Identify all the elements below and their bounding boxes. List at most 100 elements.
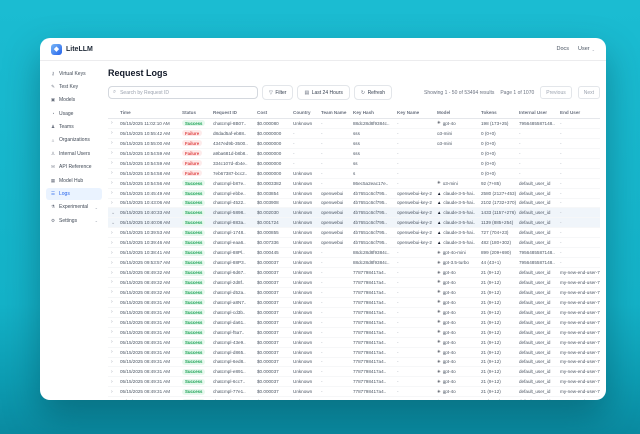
- chevron-right-icon[interactable]: ›: [108, 250, 120, 256]
- previous-page-button[interactable]: Previous: [540, 86, 571, 99]
- chevron-right-icon[interactable]: ›: [108, 369, 120, 375]
- chevron-right-icon[interactable]: ›: [108, 319, 120, 325]
- table-row[interactable]: ›05/15/2025 08:49:31 AMSuccesschatcmpl-6…: [108, 358, 600, 368]
- time-cell: 05/15/2025 10:54:59 AM: [120, 151, 182, 156]
- table-row[interactable]: ›05/15/2025 08:49:31 AMSuccesschatcmpl-d…: [108, 318, 600, 328]
- tokens-cell: 21 (9+12): [481, 310, 519, 315]
- table-row[interactable]: ›05/15/2025 08:49:31 AMSuccesschatcmpl-d…: [108, 348, 600, 358]
- chevron-right-icon[interactable]: ›: [108, 230, 120, 236]
- chevron-right-icon[interactable]: ›: [108, 240, 120, 246]
- internal-user-cell: -: [519, 171, 560, 176]
- chevron-right-icon[interactable]: ›: [108, 270, 120, 276]
- filter-button[interactable]: ▽ Filter: [262, 85, 293, 100]
- table-row[interactable]: ›05/15/2025 10:55:00 AMFailure4347ed9b-3…: [108, 139, 600, 149]
- table-row[interactable]: ›05/15/2025 08:49:32 AMSuccesschatcmpl-2…: [108, 278, 600, 288]
- openai-logo-icon: ✳: [437, 299, 441, 305]
- table-row[interactable]: ›05/15/2025 10:54:58 AMFailure7eb67387-b…: [108, 169, 600, 179]
- chevron-right-icon[interactable]: ›: [108, 389, 120, 395]
- chevron-right-icon[interactable]: ›: [108, 120, 120, 126]
- table-row[interactable]: ›05/15/2025 10:43:06 AMSuccesschatcmpl-4…: [108, 199, 600, 209]
- table-row[interactable]: ›05/15/2025 08:49:31 AMSuccesschatcmpl-c…: [108, 308, 600, 318]
- table-row[interactable]: ›05/15/2025 10:39:46 AMSuccesschatcmpl-e…: [108, 238, 600, 248]
- chevron-right-icon[interactable]: ›: [108, 279, 120, 285]
- sidebar-item-usage[interactable]: ◔Usage: [46, 108, 102, 119]
- docs-link[interactable]: Docs: [556, 46, 569, 52]
- table-row[interactable]: ›05/15/2025 10:45:49 AMSuccesschatcmpl-e…: [108, 189, 600, 199]
- search-icon: ⌕: [113, 89, 116, 96]
- end-user-cell: my-new-end-user-7: [560, 320, 600, 325]
- table-row[interactable]: ›05/15/2025 10:54:59 AMFailurea9ba681d-b…: [108, 149, 600, 159]
- status-badge: Success: [182, 270, 205, 276]
- chevron-right-icon[interactable]: ›: [108, 140, 120, 146]
- table-row[interactable]: ⌄05/15/2025 10:40:33 AMSuccesschatcmpl-5…: [108, 208, 600, 218]
- chevron-right-icon[interactable]: ›: [108, 170, 120, 176]
- table-row[interactable]: ›05/15/2025 08:49:31 AMSuccesschatcmpl-7…: [108, 387, 600, 397]
- table-row[interactable]: ›05/15/2025 08:49:31 AMSuccesschatcmpl-e…: [108, 367, 600, 377]
- table-row[interactable]: ›05/15/2025 10:38:41 AMSuccesschatcmpl-8…: [108, 248, 600, 258]
- chevron-right-icon[interactable]: ›: [108, 180, 120, 186]
- cost-cell: $0.0000000: [257, 151, 293, 156]
- chevron-right-icon[interactable]: ›: [108, 289, 120, 295]
- table-row[interactable]: ›05/15/2025 10:55:42 AMFailured8dad5af-e…: [108, 129, 600, 139]
- chevron-right-icon[interactable]: ›: [108, 150, 120, 156]
- sidebar-item-virtual-keys[interactable]: ⚷Virtual Keys: [46, 68, 102, 79]
- model-name: gpt-4o: [443, 399, 456, 400]
- sidebar-item-models[interactable]: ▣Models: [46, 95, 102, 106]
- table-row[interactable]: ›05/15/2025 08:49:31 AMSuccesschatcmpl-f…: [108, 328, 600, 338]
- table-row[interactable]: ›05/15/2025 11:02:10 AMSuccesschatcmpl-8…: [108, 119, 600, 129]
- request-id-cell: chatcmpl-8B07..: [213, 121, 257, 126]
- cost-cell: $0.000037: [257, 260, 293, 265]
- table-row[interactable]: ›05/15/2025 10:39:53 AMSuccesschatcmpl-1…: [108, 228, 600, 238]
- sidebar-item-settings[interactable]: ⚙Settings⌄: [46, 215, 102, 226]
- chevron-down-icon[interactable]: ⌄: [108, 220, 120, 226]
- table-row[interactable]: ›05/15/2025 10:54:56 AMSuccesschatcmpl-b…: [108, 179, 600, 189]
- table-row[interactable]: ›05/15/2025 08:49:31 AMSuccesschatcmpl-a…: [108, 298, 600, 308]
- user-menu[interactable]: User ⌄: [578, 46, 595, 52]
- chevron-down-icon[interactable]: ⌄: [108, 210, 120, 216]
- table-row[interactable]: ›05/15/2025 08:49:31 AMSuccesschatcmpl-4…: [108, 338, 600, 348]
- sidebar-item-organizations[interactable]: ⌂Organizations: [46, 135, 102, 146]
- chevron-right-icon[interactable]: ›: [108, 160, 120, 166]
- sidebar-item-model-hub[interactable]: ▦Model Hub: [46, 175, 102, 186]
- search-box[interactable]: ⌕: [108, 86, 258, 99]
- next-page-button[interactable]: Next: [578, 86, 600, 99]
- chevron-right-icon[interactable]: ›: [108, 200, 120, 206]
- chevron-right-icon[interactable]: ›: [108, 329, 120, 335]
- key-name-cell: -: [397, 320, 437, 325]
- request-id-cell: chatcmpl-d52a..: [213, 290, 257, 295]
- chevron-right-icon[interactable]: ›: [108, 359, 120, 365]
- table-row[interactable]: ›05/15/2025 08:49:32 AMSuccesschatcmpl-6…: [108, 268, 600, 278]
- sidebar-item-api-reference[interactable]: ✉API Reference: [46, 162, 102, 173]
- table-row[interactable]: ⌄05/15/2025 10:40:08 AMSuccesschatcmpl-8…: [108, 218, 600, 228]
- chevron-right-icon[interactable]: ›: [108, 309, 120, 315]
- model-name: claude-3-5-hai..: [443, 200, 475, 205]
- cost-cell: $0.0003382: [257, 181, 293, 186]
- sidebar-item-internal-users[interactable]: ♙Internal Users: [46, 148, 102, 159]
- table-row[interactable]: ›05/15/2025 08:49:31 AMSuccesschatcmpl-6…: [108, 397, 600, 400]
- internal-user-cell: default_user_id: [519, 240, 560, 245]
- sidebar-item-experimental[interactable]: ⚗Experimental⌄: [46, 202, 102, 213]
- table-row[interactable]: ›05/15/2025 08:49:31 AMSuccesschatcmpl-6…: [108, 377, 600, 387]
- chevron-right-icon[interactable]: ›: [108, 349, 120, 355]
- anthropic-logo-icon: ▲: [437, 220, 441, 225]
- refresh-button[interactable]: ↻ Refresh: [354, 85, 392, 100]
- chevron-right-icon[interactable]: ›: [108, 260, 120, 266]
- end-user-cell: -: [560, 210, 600, 215]
- time-range-button[interactable]: ▤ Last 24 Hours: [297, 85, 349, 100]
- country-cell: Unknown: [293, 181, 321, 186]
- chevron-right-icon[interactable]: ›: [108, 339, 120, 345]
- table-row[interactable]: ›05/15/2025 09:53:57 AMSuccesschatcmpl-8…: [108, 258, 600, 268]
- table-row[interactable]: ›05/15/2025 08:49:32 AMSuccesschatcmpl-d…: [108, 288, 600, 298]
- sidebar-item-teams[interactable]: ♟Teams: [46, 122, 102, 133]
- sidebar-item-logs[interactable]: ☰Logs: [46, 188, 102, 199]
- table-row[interactable]: ›05/15/2025 10:54:59 AMFailure334c107d-4…: [108, 159, 600, 169]
- chevron-right-icon[interactable]: ›: [108, 399, 120, 400]
- chevron-right-icon[interactable]: ›: [108, 130, 120, 136]
- search-input[interactable]: [118, 89, 253, 97]
- chevron-right-icon[interactable]: ›: [108, 190, 120, 196]
- chevron-right-icon[interactable]: ›: [108, 379, 120, 385]
- sidebar-item-test-key[interactable]: ✎Test Key: [46, 81, 102, 92]
- brand[interactable]: ◆ LiteLLM: [51, 44, 93, 55]
- model-name: claude-3-5-hai..: [443, 191, 475, 196]
- chevron-right-icon[interactable]: ›: [108, 299, 120, 305]
